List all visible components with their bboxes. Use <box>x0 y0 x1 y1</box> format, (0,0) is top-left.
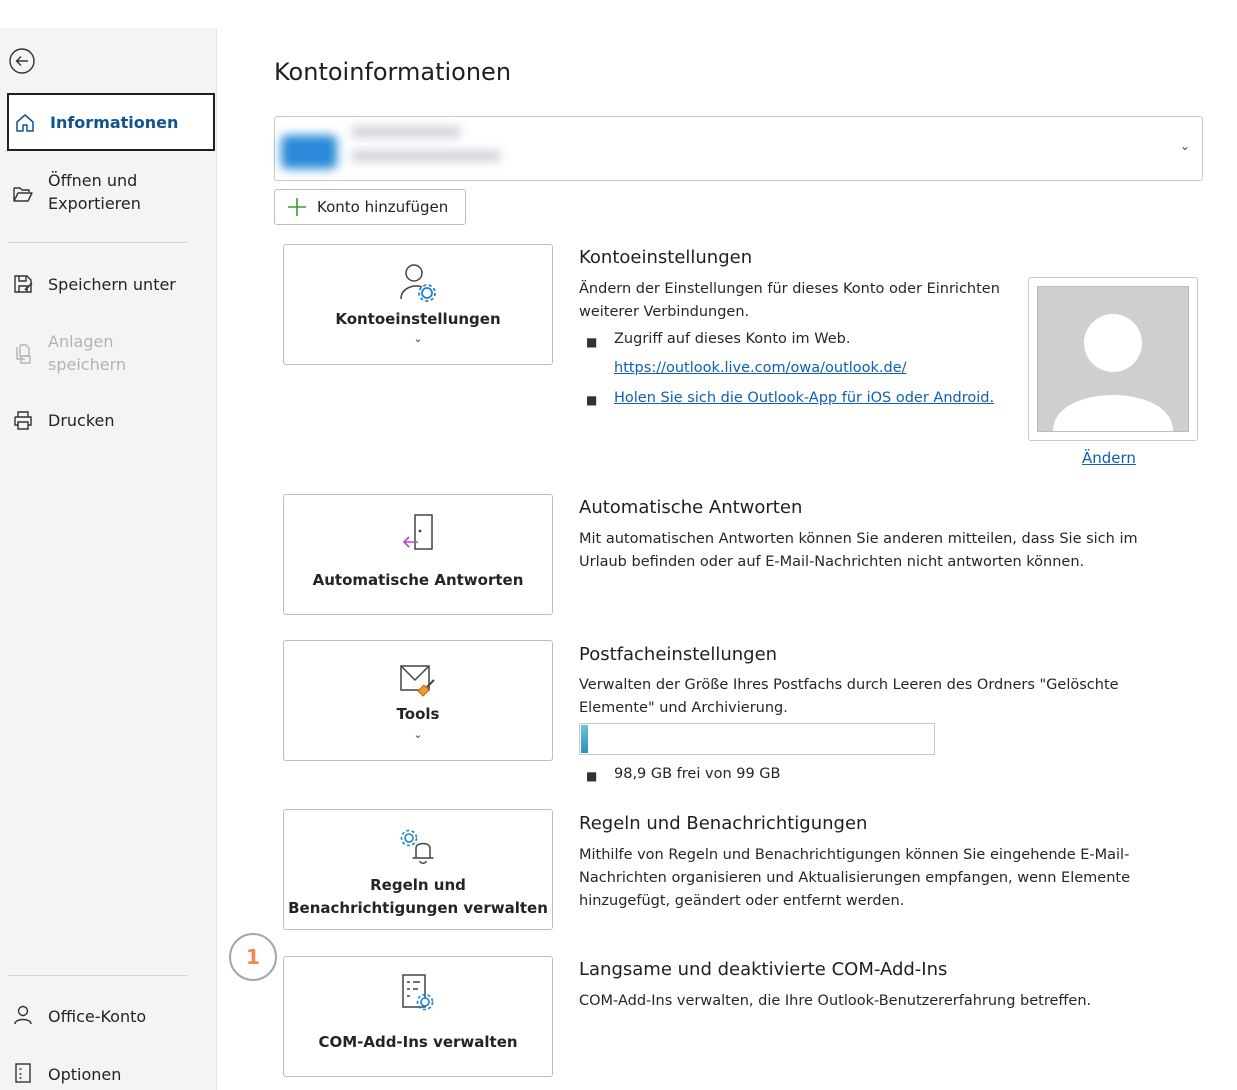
section-heading: Regeln und Benachrichtigungen <box>579 813 868 834</box>
tile-label: Kontoeinstellungen <box>335 310 501 328</box>
sidebar-divider <box>8 242 188 243</box>
account-identity-blurred <box>275 117 511 180</box>
sidebar-item-label: Office-Konto <box>48 1007 147 1026</box>
home-icon <box>16 114 34 132</box>
folder-open-icon <box>13 187 33 202</box>
section-heading: Automatische Antworten <box>579 497 803 518</box>
sidebar-item-informationen[interactable]: Informationen <box>7 93 215 151</box>
tile-label: Tools <box>396 705 440 723</box>
printer-icon <box>14 411 32 430</box>
step-callout-badge: 1 <box>229 933 277 981</box>
tile-label: Automatische Antworten <box>312 571 524 589</box>
back-button[interactable] <box>8 47 36 75</box>
account-selector[interactable]: ⌄ <box>274 116 1203 181</box>
sidebar-item-label: Informationen <box>50 113 179 132</box>
page-title: Kontoinformationen <box>274 58 512 86</box>
sidebar-item-office-konto[interactable]: Office-Konto <box>7 1002 215 1032</box>
chevron-down-icon: ⌄ <box>1179 139 1190 153</box>
rules-tile[interactable]: Regeln und Benachrichtigungen verwalten <box>283 809 553 930</box>
add-account-label: Konto hinzufügen <box>317 198 449 216</box>
sidebar-item-label: Öffnen und Exportieren <box>48 171 141 213</box>
tile-label: COM-Add-Ins verwalten <box>318 1033 518 1051</box>
account-info-panel: Kontoinformationen ⌄ Konto hinzufügen Ko… <box>217 28 1237 1090</box>
mailbox-usage-bar <box>579 723 935 755</box>
rules-alerts-icon <box>400 829 434 864</box>
auto-reply-tile[interactable]: Automatische Antworten <box>283 494 553 615</box>
account-settings-tile[interactable]: Kontoeinstellungen ⌄ <box>283 244 553 365</box>
chevron-down-icon: ⌄ <box>413 728 423 741</box>
sidebar-item-speichern-unter[interactable]: Speichern unter <box>7 269 215 299</box>
chevron-down-icon: ⌄ <box>413 332 423 345</box>
tools-tile[interactable]: Tools ⌄ <box>283 640 553 761</box>
account-settings-icon <box>400 264 436 302</box>
sidebar-item-drucken[interactable]: Drucken <box>7 405 215 435</box>
plus-icon <box>288 198 306 216</box>
sidebar-item-label: Drucken <box>48 411 115 430</box>
section-description: Mit automatischen Antworten können Sie a… <box>579 531 1138 570</box>
section-heading: Postfacheinstellungen <box>579 644 778 665</box>
bullet-text: Zugriff auf dieses Konto im Web. <box>614 331 851 347</box>
person-icon <box>14 1005 32 1025</box>
bullet: ■ <box>586 769 598 783</box>
mailbox-cleanup-icon <box>400 665 435 697</box>
bullet: ■ <box>586 393 598 407</box>
sidebar-divider <box>8 975 188 976</box>
sidebar-item-label: Speichern unter <box>48 275 176 294</box>
attachment-save-icon <box>16 344 31 364</box>
step-number: 1 <box>246 945 260 969</box>
backstage-sidebar: Informationen Öffnen und Exportieren Spe… <box>0 28 217 1090</box>
window-top-strip <box>0 0 1237 28</box>
com-addins-icon <box>402 974 434 1011</box>
change-photo-link[interactable]: Ändern <box>1082 449 1136 467</box>
sidebar-item-label: Optionen <box>48 1065 122 1084</box>
section-description: Verwalten der Größe Ihres Postfachs durc… <box>579 677 1119 716</box>
section-description: COM-Add-Ins verwalten, die Ihre Outlook-… <box>579 993 1092 1009</box>
section-heading: Langsame und deaktivierte COM-Add-Ins <box>579 959 948 980</box>
section-description: Ändern der Einstellungen für dieses Kont… <box>579 281 1000 320</box>
bullet: ■ <box>586 335 598 349</box>
auto-reply-icon <box>402 514 433 550</box>
save-as-icon <box>14 275 33 293</box>
mobile-app-link[interactable]: Holen Sie sich die Outlook-App für iOS o… <box>614 390 994 406</box>
section-description: Mithilfe von Regeln und Benachrichtigung… <box>579 847 1130 909</box>
avatar-placeholder-icon <box>1053 314 1173 431</box>
section-heading: Kontoeinstellungen <box>579 247 753 268</box>
back-arrow-icon <box>9 48 35 74</box>
owa-link[interactable]: https://outlook.live.com/owa/outlook.de/ <box>614 360 907 376</box>
storage-text: 98,9 GB frei von 99 GB <box>614 766 781 782</box>
sidebar-item-label: Anlagen speichern <box>48 332 126 374</box>
com-addins-tile[interactable]: COM-Add-Ins verwalten <box>283 956 553 1077</box>
mailbox-usage-fill <box>581 725 589 753</box>
profile-photo[interactable] <box>1028 277 1198 441</box>
sidebar-item-anlagen-speichern: Anlagen speichern <box>7 328 215 380</box>
sidebar-item-oeffnen-exportieren[interactable]: Öffnen und Exportieren <box>7 163 215 221</box>
options-icon <box>15 1063 31 1083</box>
sidebar-item-optionen[interactable]: Optionen <box>7 1059 215 1089</box>
add-account-button[interactable]: Konto hinzufügen <box>274 189 466 225</box>
tile-label: Regeln und Benachrichtigungen verwalten <box>288 876 548 917</box>
